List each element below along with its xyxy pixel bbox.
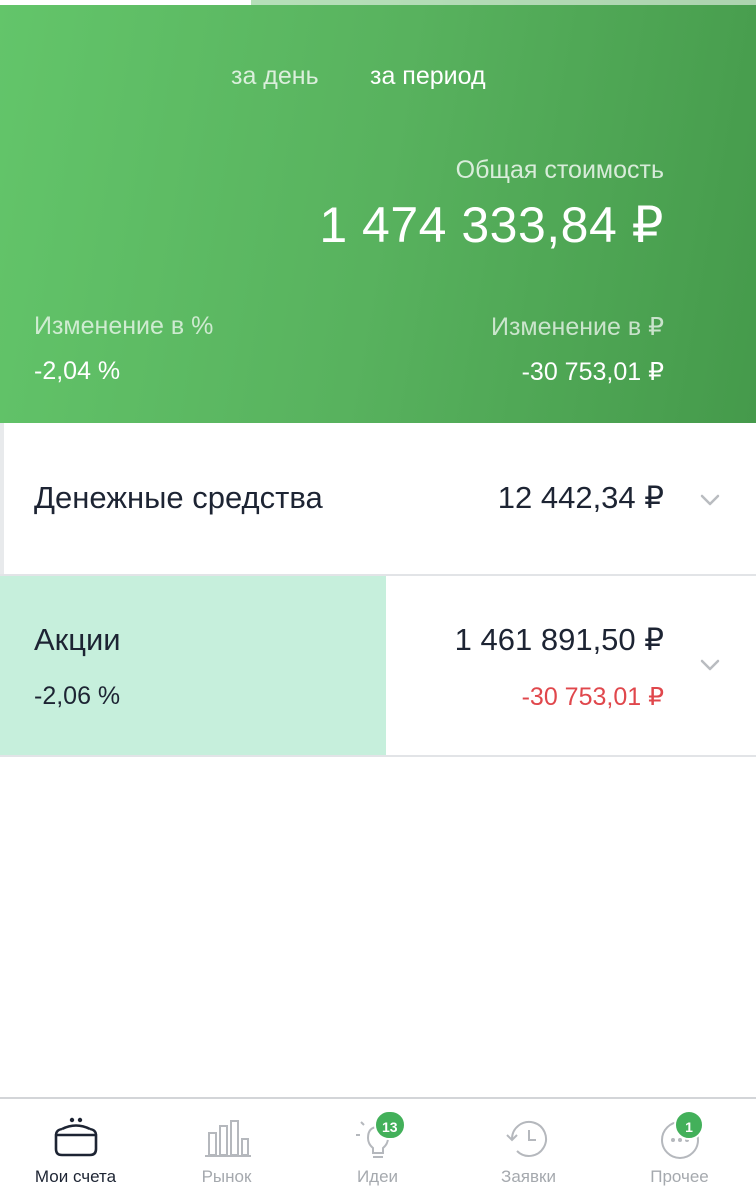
stocks-amount: 1 461 891,50 ₽ <box>454 622 664 657</box>
nav-item-ideas[interactable]: 13 Идеи <box>302 1099 453 1202</box>
nav-item-orders[interactable]: Заявки <box>453 1099 604 1202</box>
nav-label-orders: Заявки <box>501 1167 556 1186</box>
top-progress-line <box>0 0 756 5</box>
nav-item-accounts[interactable]: Мои счета <box>0 1099 151 1202</box>
more-badge: 1 <box>674 1110 704 1140</box>
change-rub-label: Изменение в ₽ <box>491 313 664 341</box>
change-percent-value: -2,04 % <box>34 357 121 385</box>
total-value-label: Общая стоимость <box>455 156 664 184</box>
nav-label-ideas: Идеи <box>356 1167 399 1186</box>
wallet-icon <box>48 1113 104 1165</box>
portfolio-header: за день за период Общая стоимость 1 474 … <box>0 0 756 423</box>
nav-item-more[interactable]: 1 Прочее <box>604 1099 755 1202</box>
nav-label-accounts: Мои счета <box>34 1167 117 1186</box>
top-progress-segment <box>0 0 251 5</box>
stocks-row[interactable] <box>0 576 756 757</box>
change-rub-value: -30 753,01 ₽ <box>521 358 664 386</box>
chevron-down-icon[interactable] <box>700 490 720 510</box>
total-value: 1 474 333,84 ₽ <box>319 197 664 253</box>
ideas-badge: 13 <box>374 1110 406 1140</box>
stocks-title: Акции <box>34 622 121 657</box>
tab-period[interactable]: за период <box>370 62 486 91</box>
nav-label-market: Рынок <box>201 1167 252 1186</box>
tab-day[interactable]: за день <box>231 62 319 91</box>
bar-chart-icon <box>199 1113 255 1165</box>
cash-title: Денежные средства <box>34 480 323 515</box>
stocks-change-percent: -2,06 % <box>34 682 121 710</box>
change-percent-label: Изменение в % <box>34 312 214 340</box>
row-edge <box>0 423 4 574</box>
chevron-down-icon[interactable] <box>700 655 720 675</box>
nav-label-more: Прочее <box>650 1167 709 1186</box>
stocks-change-rub: -30 753,01 ₽ <box>521 683 664 711</box>
history-icon <box>501 1113 557 1165</box>
bottom-navigation: Мои счета Рынок 13 Идеи Заявки 1 Прочее <box>0 1097 756 1202</box>
cash-amount: 12 442,34 ₽ <box>497 480 664 515</box>
nav-item-market[interactable]: Рынок <box>151 1099 302 1202</box>
stocks-highlight <box>0 576 386 755</box>
